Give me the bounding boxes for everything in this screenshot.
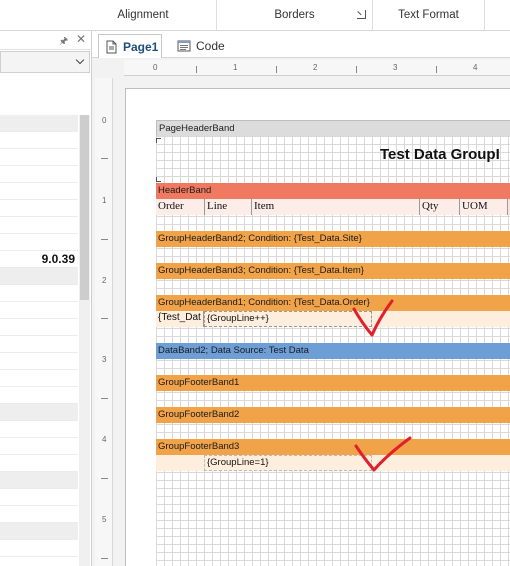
ruler-label: 3 [393,63,398,72]
ruler-tick [101,558,108,559]
header-cell-line[interactable]: Line [205,199,252,215]
tab-page1-label: Page1 [123,39,159,54]
property-row[interactable] [0,200,78,217]
order-field[interactable]: {Test_Dat [156,311,204,327]
property-row[interactable] [0,132,78,149]
code-icon [177,40,191,52]
property-row[interactable] [0,285,78,302]
group-header-band-3[interactable]: GroupHeaderBand3; Condition: {Test_Data.… [156,263,510,279]
ruler-tick [276,66,277,73]
ribbon-group-text-format: Text Format [373,0,485,31]
property-row[interactable] [0,421,78,438]
checkmark-annotation-icon [354,436,412,472]
group-footer-band-2[interactable]: GroupFooterBand2 [156,407,510,423]
ruler-label: 1 [233,63,238,72]
property-value: 9.0.39 [41,252,75,266]
group-header-band-2[interactable]: GroupHeaderBand2; Condition: {Test_Data.… [156,231,510,247]
dialog-launcher-icon[interactable] [357,10,366,19]
ruler-label: 3 [102,355,107,364]
property-row[interactable] [0,336,78,353]
close-icon[interactable]: ✕ [76,32,86,46]
chevron-down-icon [75,55,85,65]
data-band[interactable]: DataBand2; Data Source: Test Data [156,343,510,359]
group-line-reset-field[interactable]: {GroupLine=1} [204,455,372,471]
property-row[interactable] [0,268,78,285]
horizontal-ruler: 0 1 2 3 4 [124,60,510,76]
property-row[interactable] [0,387,78,404]
ruler-tick [356,66,357,73]
page-icon [106,40,117,53]
page-header-band[interactable]: PageHeaderBand [156,120,510,136]
object-selector-dropdown[interactable] [0,51,90,73]
checkmark-annotation-icon [352,299,394,337]
property-row[interactable]: 9.0.39 [0,251,78,268]
ribbon-group-text-format-label: Text Format [398,9,459,21]
header-band[interactable]: HeaderBand [156,183,510,199]
ruler-tick [101,478,108,479]
property-row[interactable] [0,540,78,557]
group-header-band-1[interactable]: GroupHeaderBand1; Condition: {Test_Data.… [156,295,510,311]
property-row[interactable] [0,523,78,540]
property-row[interactable] [0,166,78,183]
vertical-scrollbar[interactable] [79,115,90,566]
ruler-tick [436,66,437,73]
ruler-tick [101,398,108,399]
pin-icon[interactable]: 🖈 [59,34,68,51]
property-row[interactable] [0,404,78,421]
ribbon-group-borders-label: Borders [274,9,315,21]
ruler-label: 2 [313,63,318,72]
ruler-label: 0 [153,63,158,72]
property-row[interactable] [0,353,78,370]
ruler-tick [101,318,108,319]
property-row[interactable] [0,319,78,336]
designer-tabs: Page1 Code [92,31,510,58]
scrollbar-thumb[interactable] [80,115,89,300]
property-row[interactable] [0,506,78,523]
tab-code-label: Code [196,39,225,53]
ribbon-group-alignment: Alignment [70,0,217,31]
ribbon-group-alignment-label: Alignment [117,9,169,21]
ruler-tick [101,239,108,240]
panel-title-bar: 🖈 ✕ [0,31,92,50]
selection-corner [156,177,161,182]
property-row[interactable] [0,438,78,455]
ruler-label: 1 [102,196,107,205]
property-row[interactable] [0,370,78,387]
property-row[interactable] [0,489,78,506]
ribbon-group-labels: Alignment Borders Text Format [0,0,510,31]
property-row[interactable] [0,455,78,472]
property-list: 9.0.39 [0,115,78,557]
header-cell-order[interactable]: Order [156,199,205,215]
property-row[interactable] [0,183,78,200]
property-row[interactable] [0,234,78,251]
property-row[interactable] [0,115,78,132]
left-panel: 🖈 ✕ 9.0.39 [0,31,92,566]
vertical-ruler: 0 1 2 3 4 5 [95,78,113,566]
header-cell-uom[interactable]: UOM [460,199,508,215]
ruler-tick [101,158,108,159]
header-cell-item[interactable]: Item [252,199,420,215]
ruler-label: 5 [102,515,107,524]
ruler-label: 0 [102,116,107,125]
ruler-label: 4 [102,435,107,444]
ruler-tick [196,66,197,73]
ruler-label: 4 [473,63,478,72]
report-title[interactable]: Test Data GroupI [380,146,500,163]
group-footer-band-1[interactable]: GroupFooterBand1 [156,375,510,391]
ribbon-group-borders: Borders [217,0,373,31]
header-cell-qty[interactable]: Qty [420,199,460,215]
ruler-label: 2 [102,276,107,285]
selection-corner [156,138,161,143]
group-footer-band-3[interactable]: GroupFooterBand3 [156,439,510,455]
property-row[interactable] [0,302,78,319]
tab-page1[interactable]: Page1 [98,34,162,58]
property-row[interactable] [0,217,78,234]
property-row[interactable] [0,149,78,166]
property-row[interactable] [0,472,78,489]
tab-code[interactable]: Code [172,34,232,58]
